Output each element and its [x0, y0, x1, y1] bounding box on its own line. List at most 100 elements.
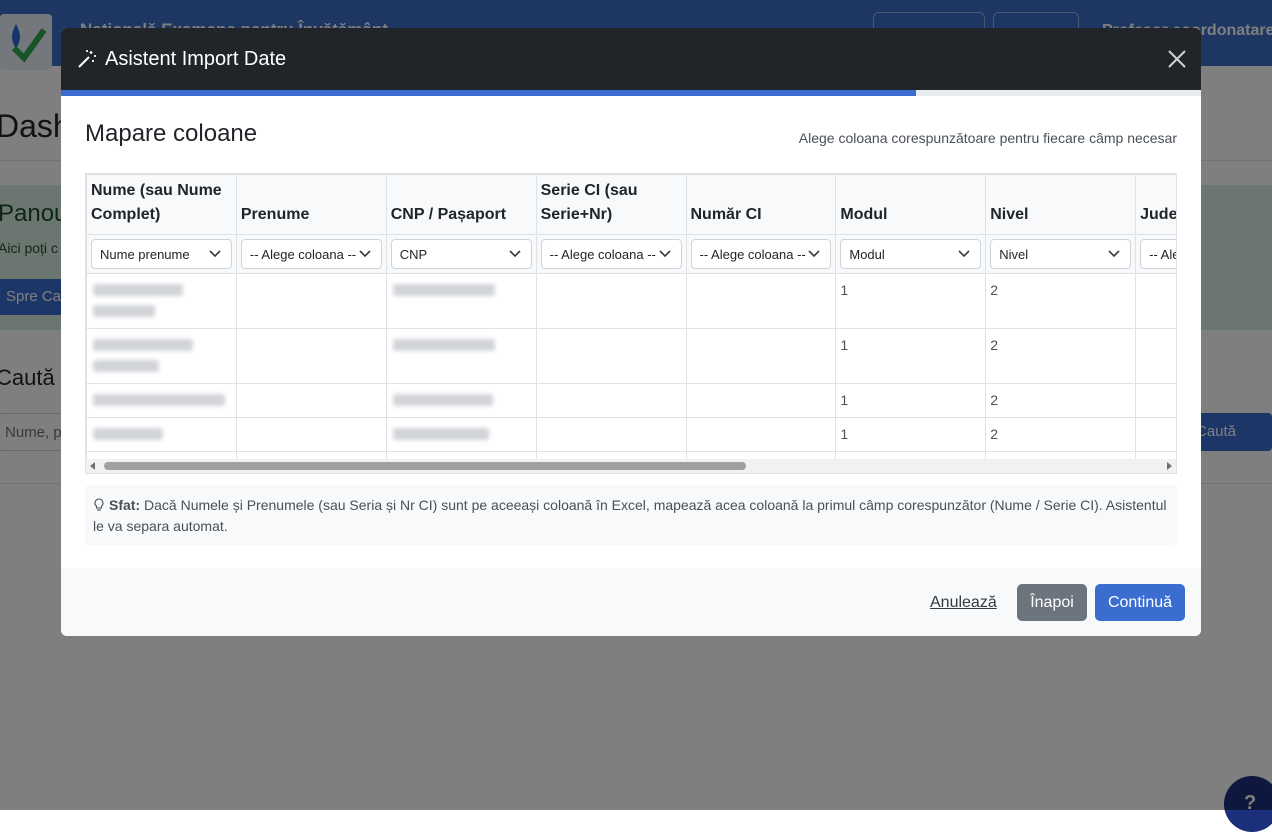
modal-title: Asistent Import Date: [105, 47, 287, 70]
modul-cell: 1: [835, 328, 987, 384]
column-header: Prenume: [235, 174, 387, 235]
select-value: -- Alege coloana --: [699, 247, 806, 262]
redacted-name-cell: [86, 273, 237, 329]
table-cell: [235, 273, 387, 329]
redacted-cnp-cell: [385, 383, 537, 418]
table-cell: [685, 383, 837, 418]
column-header: Nivel: [985, 174, 1137, 235]
column-header: CNP / Pașaport: [385, 174, 537, 235]
table-cell: [535, 383, 687, 418]
scroll-left-icon[interactable]: [90, 462, 95, 470]
nivel-cell: 2: [985, 273, 1137, 329]
table-cell: [685, 273, 837, 329]
column-select-cell: Nivel: [985, 234, 1137, 274]
column-mapping-select[interactable]: Nume prenume: [91, 239, 232, 269]
select-value: -- Alege coloana --: [249, 247, 357, 262]
redacted-text: [93, 305, 155, 317]
column-select-cell: -- Alege coloana --: [685, 234, 837, 274]
redacted-name-cell: [86, 328, 237, 384]
select-value: -- Alege coloana --: [1149, 247, 1176, 262]
table-cell: [1135, 383, 1176, 418]
chevron-down-icon: [509, 250, 521, 258]
chevron-down-icon: [359, 250, 371, 258]
table-row: 12: [86, 383, 1176, 418]
column-mapping-select[interactable]: Modul: [840, 239, 982, 269]
column-mapping-select[interactable]: -- Alege coloana --: [1140, 239, 1176, 269]
step-hint: Alege coloana corespunzătoare pentru fie…: [798, 130, 1177, 146]
column-select-cell: CNP: [385, 234, 537, 274]
nivel-cell: 2: [985, 383, 1137, 418]
modul-cell: 1: [835, 417, 987, 452]
lightbulb-icon: [94, 498, 104, 511]
table-cell: [235, 417, 387, 452]
table-cell: [1135, 328, 1176, 384]
modul-cell: 1: [835, 273, 987, 329]
step-title: Mapare coloane: [85, 120, 258, 147]
progress-bar-fill: [61, 90, 916, 96]
select-value: Modul: [849, 247, 885, 262]
chevron-down-icon: [808, 250, 820, 258]
modul-cell: 1: [835, 383, 987, 418]
redacted-cnp-cell: [385, 328, 537, 384]
column-mapping-select[interactable]: -- Alege coloana --: [690, 239, 832, 269]
select-value: CNP: [399, 247, 428, 262]
column-header: Nume (sau Nume Complet): [86, 174, 237, 235]
redacted-text: [93, 360, 159, 372]
column-select-cell: -- Alege coloana --: [1135, 234, 1176, 274]
column-mapping-select[interactable]: Nivel: [990, 239, 1132, 269]
table-cell: [685, 328, 837, 384]
table-cell: [535, 417, 687, 452]
column-mapping-select[interactable]: -- Alege coloana --: [240, 239, 382, 269]
column-select-cell: -- Alege coloana --: [235, 234, 387, 274]
table-row: 12: [86, 328, 1176, 384]
mapping-table-container[interactable]: Nume (sau Nume Complet) Prenume CNP / Pașa…: [85, 173, 1177, 474]
redacted-text: [392, 284, 495, 296]
progress-bar: [61, 90, 1201, 96]
table-cell: [535, 273, 687, 329]
table-cell: [685, 417, 837, 452]
header-row: Nume (sau Nume Complet) Prenume CNP / Pașa…: [86, 174, 1176, 235]
column-select-cell: -- Alege coloana --: [535, 234, 687, 274]
table-cell: [1135, 417, 1176, 452]
magic-wand-icon: [78, 50, 96, 68]
select-value: Nivel: [999, 247, 1029, 262]
back-button[interactable]: Înapoi: [1017, 584, 1087, 621]
scroll-right-icon[interactable]: [1167, 462, 1172, 470]
import-wizard-modal: Asistent Import Date Mapare coloane Aleg…: [61, 28, 1201, 636]
table-cell: [1135, 273, 1176, 329]
continue-button[interactable]: Continuă: [1095, 584, 1185, 621]
nivel-cell: 2: [985, 417, 1137, 452]
column-select-row: Nume prenume -- Alege coloana -- CNP -- Ale…: [86, 234, 1176, 274]
mapping-table: Nume (sau Nume Complet) Prenume CNP / Pașa…: [86, 174, 1176, 473]
tip-box: Sfat: Dacă Numele și Prenumele (sau Seri…: [85, 485, 1177, 545]
redacted-text: [392, 428, 489, 440]
close-icon[interactable]: [1167, 49, 1187, 69]
redacted-name-cell: [86, 383, 237, 418]
nivel-cell: 2: [985, 328, 1137, 384]
chevron-down-icon: [1108, 250, 1120, 258]
redacted-text: [93, 428, 163, 440]
table-cell: [535, 328, 687, 384]
redacted-text: [93, 284, 183, 296]
redacted-text: [392, 339, 495, 351]
horizontal-scrollbar[interactable]: [86, 459, 1176, 473]
column-mapping-select[interactable]: -- Alege coloana --: [540, 239, 682, 269]
redacted-cnp-cell: [385, 273, 537, 329]
redacted-name-cell: [86, 417, 237, 452]
table-row: 12: [86, 273, 1176, 329]
redacted-text: [93, 339, 193, 351]
redacted-text: [93, 394, 225, 406]
table-cell: [235, 383, 387, 418]
cancel-button[interactable]: Anulează: [930, 588, 997, 618]
column-mapping-select[interactable]: CNP: [390, 239, 532, 269]
chevron-down-icon: [958, 250, 970, 258]
column-header: Număr CI: [685, 174, 837, 235]
tip-text: Dacă Numele și Prenumele (sau Seria și N…: [93, 497, 1167, 534]
tip-label: Sfat:: [109, 497, 141, 513]
scrollbar-thumb[interactable]: [104, 462, 746, 470]
column-header: Serie CI (sau Serie+Nr): [535, 174, 687, 235]
redacted-text: [392, 394, 493, 406]
column-select-cell: Modul: [835, 234, 987, 274]
column-header: Județ: [1135, 174, 1176, 235]
table-row: 12: [86, 417, 1176, 452]
